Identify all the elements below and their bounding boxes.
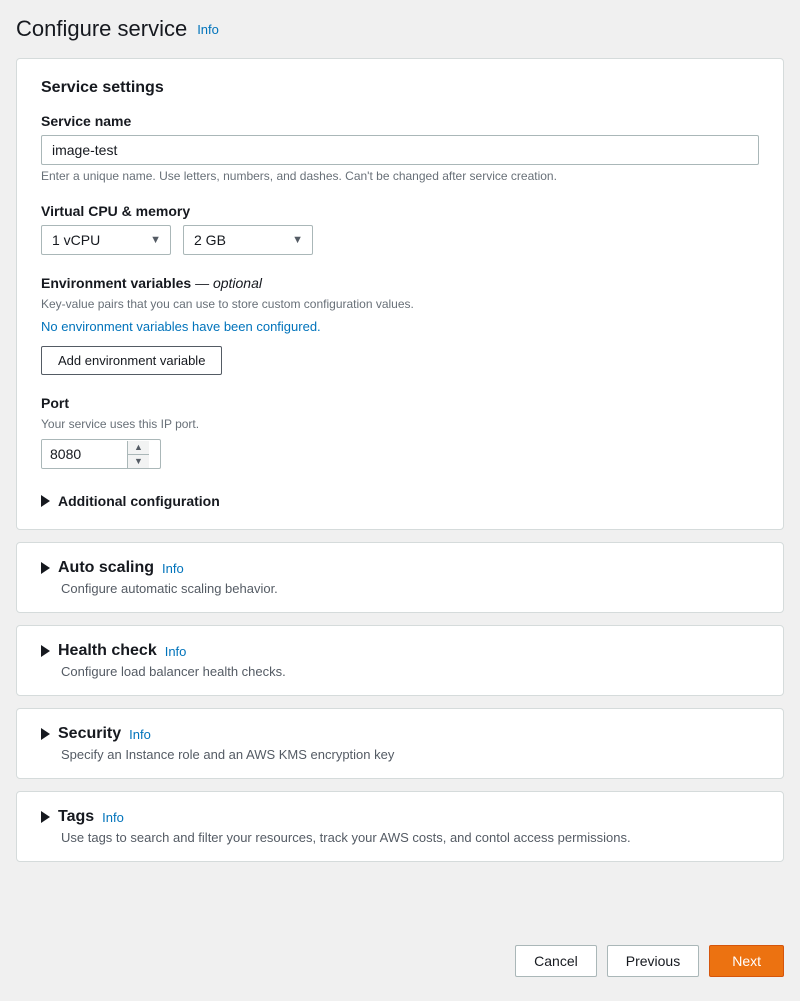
vcpu-memory-label: Virtual CPU & memory [41, 203, 759, 219]
health-check-expand-icon[interactable] [41, 645, 50, 657]
tags-expand-icon[interactable] [41, 811, 50, 823]
env-vars-hint: Key-value pairs that you can use to stor… [41, 297, 759, 311]
no-env-vars-text: No environment variables have been confi… [41, 319, 759, 334]
service-settings-card: Service settings Service name Enter a un… [16, 58, 784, 530]
add-env-var-button[interactable]: Add environment variable [41, 346, 222, 375]
vcpu-select-wrapper: 0.25 vCPU 0.5 vCPU 1 vCPU 2 vCPU 4 vCPU … [41, 225, 171, 255]
auto-scaling-subtitle: Configure automatic scaling behavior. [61, 581, 759, 596]
tags-title: Tags [58, 808, 94, 826]
env-vars-group: Environment variables — optional Key-val… [41, 275, 759, 375]
additional-config-row[interactable]: Additional configuration [41, 489, 759, 509]
page-title: Configure service [16, 16, 187, 42]
footer-actions: Cancel Previous Next [16, 929, 784, 985]
tags-title-row: Tags Info [41, 808, 759, 826]
port-input-wrapper: ▲ ▼ [41, 439, 161, 469]
auto-scaling-info-link[interactable]: Info [162, 561, 184, 576]
memory-select-wrapper: 0.5 GB 1 GB 2 GB 3 GB 4 GB ▼ [183, 225, 313, 255]
page-info-link[interactable]: Info [197, 22, 219, 37]
memory-select[interactable]: 0.5 GB 1 GB 2 GB 3 GB 4 GB [183, 225, 313, 255]
service-settings-title: Service settings [41, 79, 759, 97]
security-subtitle: Specify an Instance role and an AWS KMS … [61, 747, 759, 762]
security-title: Security [58, 725, 121, 743]
previous-button[interactable]: Previous [607, 945, 699, 977]
env-vars-label: Environment variables — optional [41, 275, 759, 291]
security-card: Security Info Specify an Instance role a… [16, 708, 784, 779]
port-group: Port Your service uses this IP port. ▲ ▼ [41, 395, 759, 469]
tags-subtitle: Use tags to search and filter your resou… [61, 830, 759, 845]
health-check-title-row: Health check Info [41, 642, 759, 660]
service-name-hint: Enter a unique name. Use letters, number… [41, 169, 759, 183]
port-hint: Your service uses this IP port. [41, 417, 759, 431]
port-increment-button[interactable]: ▲ [128, 441, 149, 454]
port-spinners: ▲ ▼ [127, 441, 149, 468]
health-check-card: Health check Info Configure load balance… [16, 625, 784, 696]
health-check-subtitle: Configure load balancer health checks. [61, 664, 759, 679]
env-vars-optional-text: — optional [195, 275, 262, 291]
page-title-row: Configure service Info [16, 16, 784, 42]
vcpu-memory-row: 0.25 vCPU 0.5 vCPU 1 vCPU 2 vCPU 4 vCPU … [41, 225, 759, 255]
port-decrement-button[interactable]: ▼ [128, 455, 149, 468]
security-expand-icon[interactable] [41, 728, 50, 740]
auto-scaling-title-row: Auto scaling Info [41, 559, 759, 577]
auto-scaling-expand-icon[interactable] [41, 562, 50, 574]
port-label: Port [41, 395, 759, 411]
service-name-label: Service name [41, 113, 759, 129]
auto-scaling-card: Auto scaling Info Configure automatic sc… [16, 542, 784, 613]
service-name-input[interactable] [41, 135, 759, 165]
health-check-info-link[interactable]: Info [165, 644, 187, 659]
security-info-link[interactable]: Info [129, 727, 151, 742]
tags-info-link[interactable]: Info [102, 810, 124, 825]
vcpu-memory-group: Virtual CPU & memory 0.25 vCPU 0.5 vCPU … [41, 203, 759, 255]
next-button[interactable]: Next [709, 945, 784, 977]
service-name-group: Service name Enter a unique name. Use le… [41, 113, 759, 183]
tags-card: Tags Info Use tags to search and filter … [16, 791, 784, 862]
cancel-button[interactable]: Cancel [515, 945, 597, 977]
health-check-title: Health check [58, 642, 157, 660]
auto-scaling-title: Auto scaling [58, 559, 154, 577]
additional-config-triangle-icon [41, 495, 50, 507]
vcpu-select[interactable]: 0.25 vCPU 0.5 vCPU 1 vCPU 2 vCPU 4 vCPU [41, 225, 171, 255]
additional-config-label: Additional configuration [58, 493, 220, 509]
port-input[interactable] [42, 440, 127, 468]
security-title-row: Security Info [41, 725, 759, 743]
